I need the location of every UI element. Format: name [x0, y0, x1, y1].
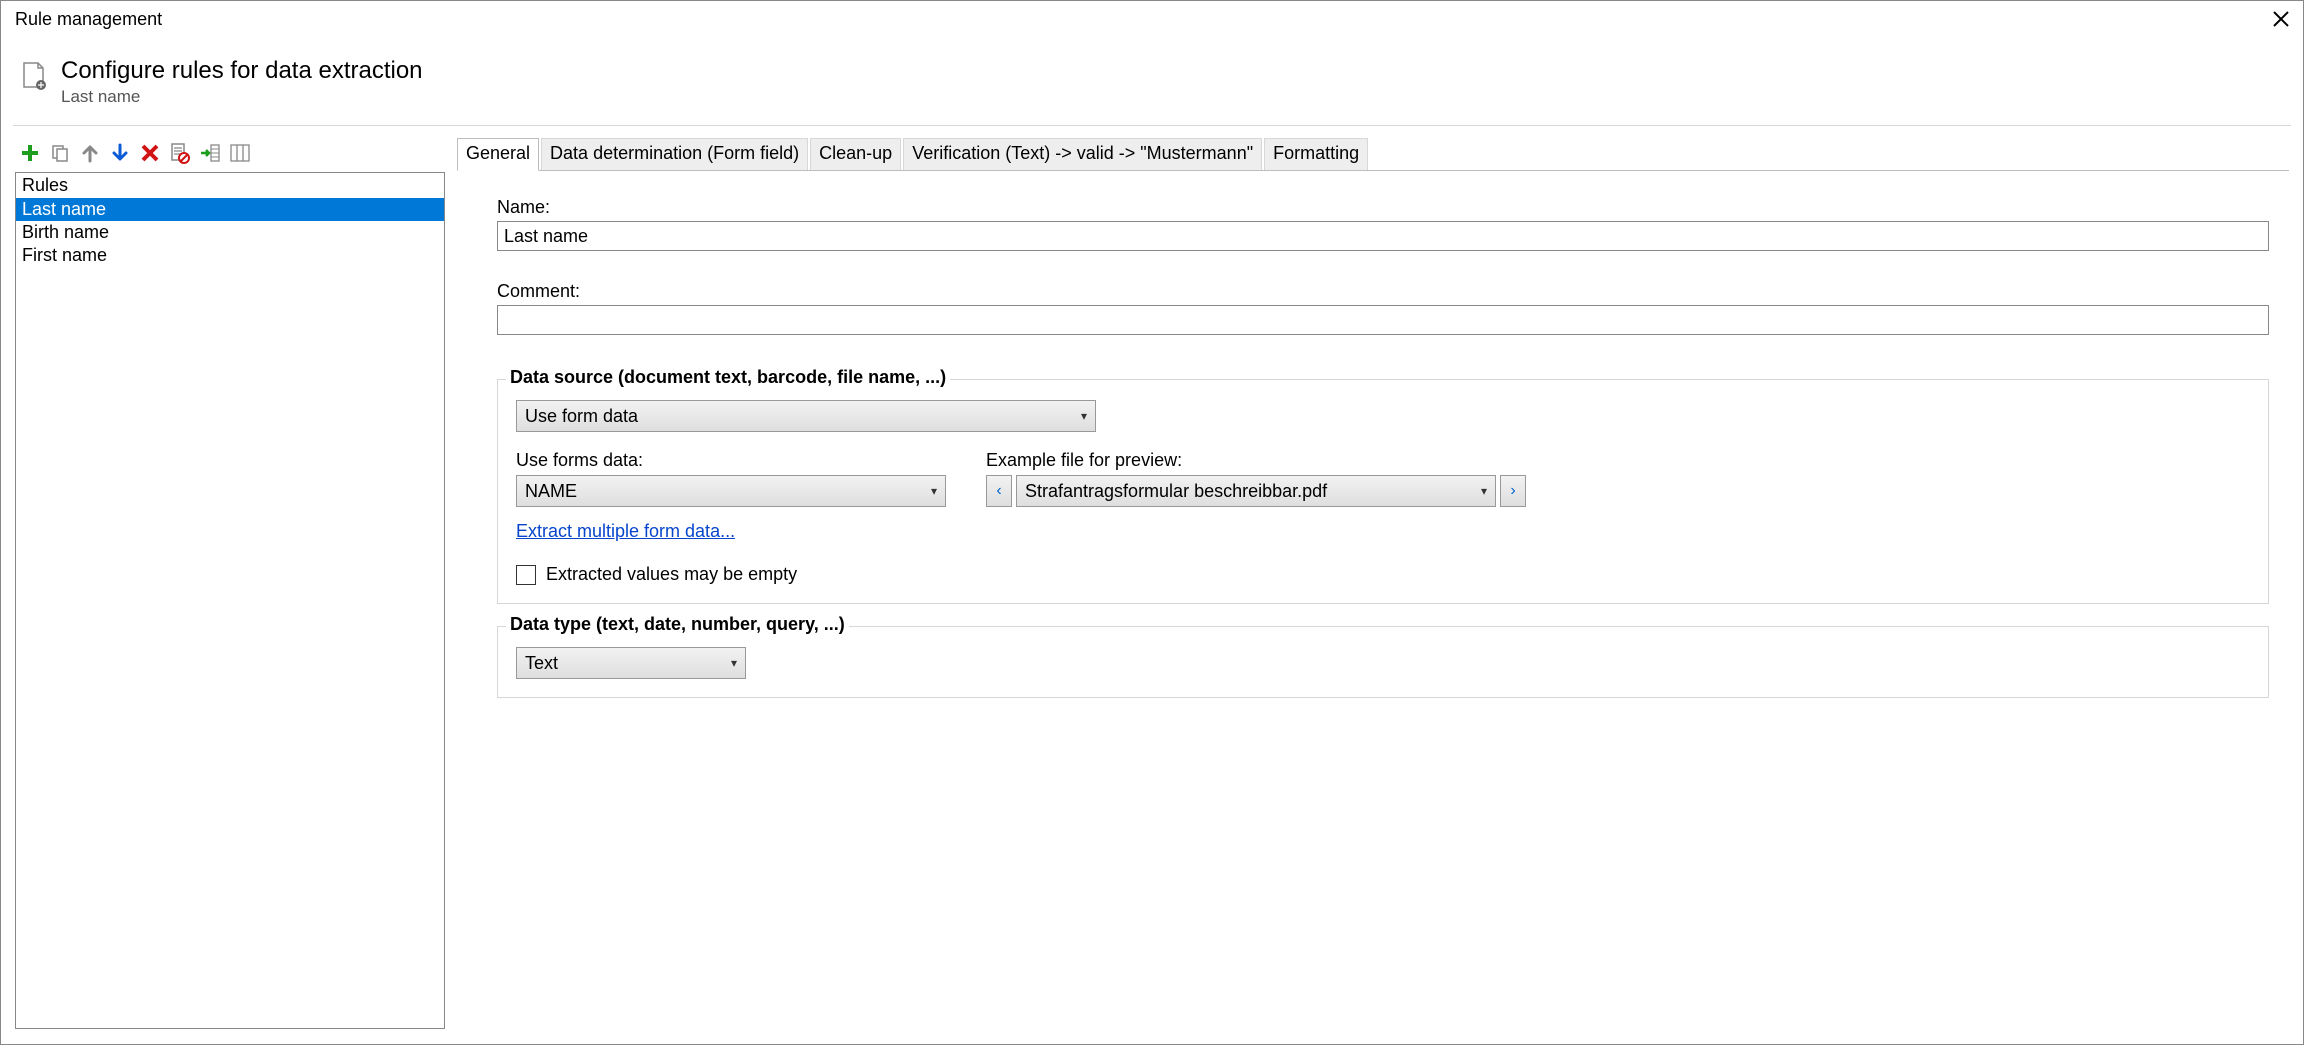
main-pane: General Data determination (Form field) … [457, 138, 2289, 1029]
chevron-down-icon: ▾ [1081, 409, 1087, 423]
title-bar: Rule management [1, 1, 2303, 35]
comment-row: Comment: [497, 281, 2269, 335]
tab-verification[interactable]: Verification (Text) -> valid -> "Musterm… [903, 138, 1262, 170]
copy-rule-button[interactable] [47, 140, 73, 166]
document-disable-icon [170, 142, 190, 164]
close-button[interactable] [2269, 7, 2293, 31]
map-rule-button[interactable] [197, 140, 223, 166]
preview-file-combo[interactable]: Strafantragsformular beschreibbar.pdf ▾ [1016, 475, 1496, 507]
comment-label: Comment: [497, 281, 2269, 302]
data-type-legend: Data type (text, date, number, query, ..… [506, 614, 849, 635]
columns-icon [230, 144, 250, 162]
tab-bar: General Data determination (Form field) … [457, 138, 2289, 170]
chevron-down-icon: ▾ [1481, 484, 1487, 498]
rule-management-window: Rule management Configure rules for data… [0, 0, 2304, 1045]
plus-icon [20, 143, 40, 163]
page-title: Configure rules for data extraction [61, 57, 423, 85]
prev-file-button[interactable]: ‹ [986, 475, 1012, 507]
tab-label: General [466, 143, 530, 163]
next-file-button[interactable]: › [1500, 475, 1526, 507]
page-header: Configure rules for data extraction Last… [1, 35, 2303, 125]
arrow-up-icon [80, 143, 100, 163]
tab-data-determination[interactable]: Data determination (Form field) [541, 138, 808, 170]
chevron-down-icon: ▾ [731, 656, 737, 670]
tab-label: Clean-up [819, 143, 892, 163]
preview-file-label: Example file for preview: [986, 450, 1526, 471]
preview-file-picker: ‹ Strafantragsformular beschreibbar.pdf … [986, 475, 1526, 507]
forms-data-value: NAME [525, 481, 577, 502]
tab-label: Formatting [1273, 143, 1359, 163]
tab-label: Verification (Text) -> valid -> "Musterm… [912, 143, 1253, 163]
data-source-row2: Use forms data: NAME ▾ Example file for … [516, 450, 2250, 507]
forms-data-combo[interactable]: NAME ▾ [516, 475, 946, 507]
arrow-down-icon [110, 143, 130, 163]
copy-icon [50, 143, 70, 163]
data-source-value: Use form data [525, 406, 638, 427]
sidebar: Rules Last name Birth name First name [15, 138, 445, 1029]
list-item[interactable]: Last name [16, 198, 444, 221]
tab-formatting[interactable]: Formatting [1264, 138, 1368, 170]
empty-values-label: Extracted values may be empty [546, 564, 797, 585]
data-type-fieldset: Data type (text, date, number, query, ..… [497, 626, 2269, 698]
list-item[interactable]: Birth name [16, 221, 444, 244]
move-up-button[interactable] [77, 140, 103, 166]
rules-toolbar [15, 138, 445, 172]
list-item-label: Last name [22, 199, 106, 219]
data-source-fieldset: Data source (document text, barcode, fil… [497, 379, 2269, 604]
empty-values-checkbox[interactable] [516, 565, 536, 585]
tab-general[interactable]: General [457, 138, 539, 171]
close-icon [2272, 10, 2290, 28]
chevron-left-icon: ‹ [996, 482, 1001, 500]
window-title: Rule management [15, 9, 162, 30]
list-item-label: First name [22, 245, 107, 265]
map-columns-icon [199, 143, 221, 163]
data-type-value: Text [525, 653, 558, 674]
name-row: Name: [497, 197, 2269, 251]
chevron-right-icon: › [1510, 482, 1515, 500]
add-rule-button[interactable] [17, 140, 43, 166]
preview-file-value: Strafantragsformular beschreibbar.pdf [1025, 481, 1327, 502]
tab-clean-up[interactable]: Clean-up [810, 138, 901, 170]
forms-data-label: Use forms data: [516, 450, 946, 471]
list-item-label: Birth name [22, 222, 109, 242]
page-subtitle: Last name [61, 87, 423, 107]
tab-label: Data determination (Form field) [550, 143, 799, 163]
delete-rule-button[interactable] [137, 140, 163, 166]
chevron-down-icon: ▾ [931, 484, 937, 498]
data-source-legend: Data source (document text, barcode, fil… [506, 367, 950, 388]
list-item[interactable]: First name [16, 244, 444, 267]
delete-icon [140, 143, 160, 163]
disable-rule-button[interactable] [167, 140, 193, 166]
data-source-combo[interactable]: Use form data ▾ [516, 400, 1096, 432]
preview-file-col: Example file for preview: ‹ Strafantrags… [986, 450, 1526, 507]
move-down-button[interactable] [107, 140, 133, 166]
extract-multiple-link[interactable]: Extract multiple form data... [516, 521, 735, 542]
data-type-combo[interactable]: Text ▾ [516, 647, 746, 679]
column-layout-button[interactable] [227, 140, 253, 166]
rule-document-icon [21, 61, 47, 91]
tab-content-general: Name: Comment: Data source (document tex… [457, 170, 2289, 1029]
empty-values-row: Extracted values may be empty [516, 564, 2250, 585]
forms-data-col: Use forms data: NAME ▾ [516, 450, 946, 507]
body: Rules Last name Birth name First name Ge… [1, 126, 2303, 1029]
comment-input[interactable] [497, 305, 2269, 335]
rules-list[interactable]: Rules Last name Birth name First name [15, 172, 445, 1029]
name-input[interactable] [497, 221, 2269, 251]
rules-list-header: Rules [16, 173, 444, 198]
name-label: Name: [497, 197, 2269, 218]
